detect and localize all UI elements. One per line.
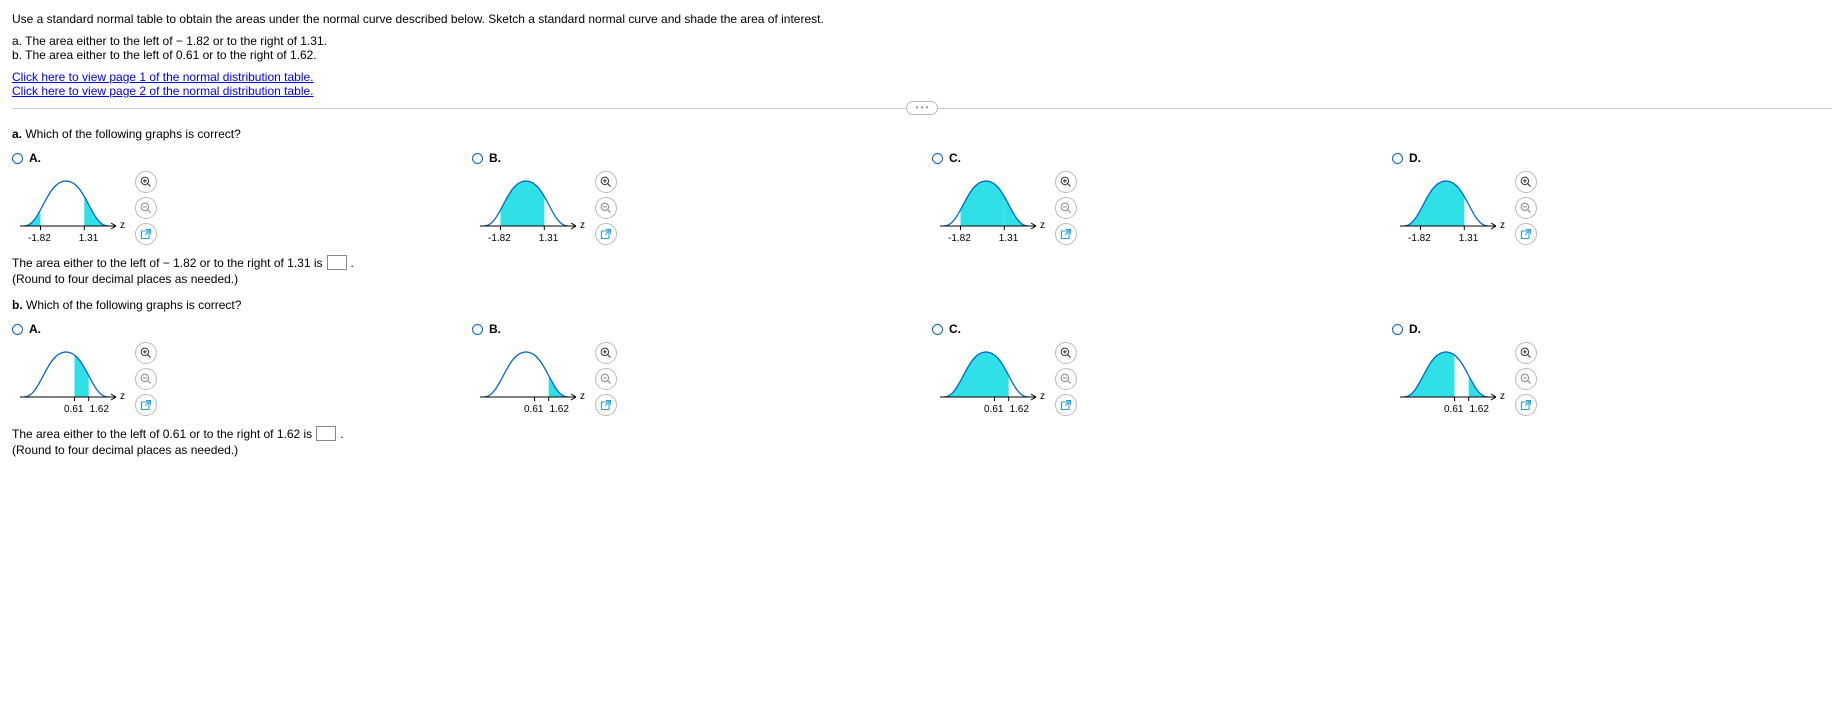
- graph-b-C: [936, 342, 1036, 402]
- label-b-optB: B.: [489, 322, 501, 336]
- tick-a-D-right: 1.31: [1459, 233, 1478, 244]
- graph-a-D: [1396, 171, 1496, 231]
- link-table-page1[interactable]: Click here to view page 1 of the normal …: [12, 70, 1832, 84]
- label-b-optD: D.: [1409, 322, 1421, 336]
- qb-round-hint: (Round to four decimal places as needed.…: [12, 443, 1832, 457]
- label-a-optB: B.: [489, 151, 501, 165]
- axis-label: z: [120, 220, 125, 231]
- graph-a-B: [476, 171, 576, 231]
- part-b-text: b. The area either to the left of 0.61 o…: [12, 48, 1832, 62]
- radio-b-optD[interactable]: [1392, 324, 1403, 335]
- zoom-in-icon[interactable]: [1515, 171, 1537, 193]
- tick-b-D-right: 1.62: [1469, 404, 1488, 415]
- popout-icon[interactable]: [1515, 223, 1537, 245]
- qb-prefix: b.: [12, 298, 23, 312]
- label-a-optD: D.: [1409, 151, 1421, 165]
- popout-icon[interactable]: [135, 394, 157, 416]
- axis-label: z: [1040, 391, 1045, 402]
- tick-a-A-right: 1.31: [79, 233, 98, 244]
- popout-icon[interactable]: [1055, 394, 1077, 416]
- zoom-in-icon[interactable]: [135, 171, 157, 193]
- tick-b-C-left: 0.61: [984, 404, 1003, 415]
- radio-b-optC[interactable]: [932, 324, 943, 335]
- tick-b-A-left: 0.61: [64, 404, 83, 415]
- radio-b-optA[interactable]: [12, 324, 23, 335]
- axis-label: z: [1500, 391, 1505, 402]
- qb-answer-suffix: .: [340, 427, 343, 441]
- radio-a-optB[interactable]: [472, 153, 483, 164]
- zoom-in-icon[interactable]: [1055, 342, 1077, 364]
- graph-a-C: [936, 171, 1036, 231]
- tick-b-B-left: 0.61: [524, 404, 543, 415]
- tick-b-C-right: 1.62: [1009, 404, 1028, 415]
- expand-pill[interactable]: • • •: [906, 101, 938, 115]
- label-a-optC: C.: [949, 151, 961, 165]
- qb-answer-prefix: The area either to the left of 0.61 or t…: [12, 427, 312, 441]
- part-a-text: a. The area either to the left of − 1.82…: [12, 34, 1832, 48]
- tick-a-A-left: -1.82: [28, 233, 51, 244]
- qb-prompt: Which of the following graphs is correct…: [23, 298, 242, 312]
- qb-options: A. 0.61 1.62 z: [12, 322, 1832, 416]
- radio-b-optB[interactable]: [472, 324, 483, 335]
- zoom-in-icon[interactable]: [595, 342, 617, 364]
- axis-label: z: [1040, 220, 1045, 231]
- popout-icon[interactable]: [1515, 394, 1537, 416]
- tick-a-C-left: -1.82: [948, 233, 971, 244]
- link-table-page2[interactable]: Click here to view page 2 of the normal …: [12, 84, 1832, 98]
- tick-a-B-right: 1.31: [539, 233, 558, 244]
- axis-label: z: [580, 220, 585, 231]
- tick-a-C-right: 1.31: [999, 233, 1018, 244]
- label-a-optA: A.: [29, 151, 41, 165]
- graph-a-A: [16, 171, 116, 231]
- graph-b-B: [476, 342, 576, 402]
- axis-label: z: [120, 391, 125, 402]
- zoom-out-icon[interactable]: [135, 197, 157, 219]
- label-b-optC: C.: [949, 322, 961, 336]
- popout-icon[interactable]: [135, 223, 157, 245]
- qa-options: A. -1.82 1.31 z: [12, 151, 1832, 245]
- zoom-in-icon[interactable]: [1055, 171, 1077, 193]
- popout-icon[interactable]: [595, 394, 617, 416]
- zoom-out-icon[interactable]: [595, 368, 617, 390]
- qa-prefix: a.: [12, 127, 22, 141]
- graph-b-D: [1396, 342, 1496, 402]
- zoom-out-icon[interactable]: [595, 197, 617, 219]
- qa-answer-suffix: .: [351, 256, 354, 270]
- radio-a-optD[interactable]: [1392, 153, 1403, 164]
- axis-label: z: [1500, 220, 1505, 231]
- qb-answer-input[interactable]: [316, 426, 336, 441]
- tick-b-B-right: 1.62: [549, 404, 568, 415]
- popout-icon[interactable]: [595, 223, 617, 245]
- axis-label: z: [580, 391, 585, 402]
- zoom-in-icon[interactable]: [595, 171, 617, 193]
- radio-a-optC[interactable]: [932, 153, 943, 164]
- graph-b-A: [16, 342, 116, 402]
- qa-answer-prefix: The area either to the left of − 1.82 or…: [12, 256, 323, 270]
- zoom-out-icon[interactable]: [1055, 197, 1077, 219]
- popout-icon[interactable]: [1055, 223, 1077, 245]
- tick-a-D-left: -1.82: [1408, 233, 1431, 244]
- zoom-in-icon[interactable]: [135, 342, 157, 364]
- tick-b-A-right: 1.62: [89, 404, 108, 415]
- qa-answer-input[interactable]: [327, 255, 347, 270]
- zoom-out-icon[interactable]: [135, 368, 157, 390]
- zoom-in-icon[interactable]: [1515, 342, 1537, 364]
- tick-b-D-left: 0.61: [1444, 404, 1463, 415]
- qa-prompt: Which of the following graphs is correct…: [22, 127, 241, 141]
- tick-a-B-left: -1.82: [488, 233, 511, 244]
- zoom-out-icon[interactable]: [1515, 368, 1537, 390]
- radio-a-optA[interactable]: [12, 153, 23, 164]
- question-intro: Use a standard normal table to obtain th…: [12, 12, 1832, 26]
- zoom-out-icon[interactable]: [1515, 197, 1537, 219]
- label-b-optA: A.: [29, 322, 41, 336]
- zoom-out-icon[interactable]: [1055, 368, 1077, 390]
- qa-round-hint: (Round to four decimal places as needed.…: [12, 272, 1832, 286]
